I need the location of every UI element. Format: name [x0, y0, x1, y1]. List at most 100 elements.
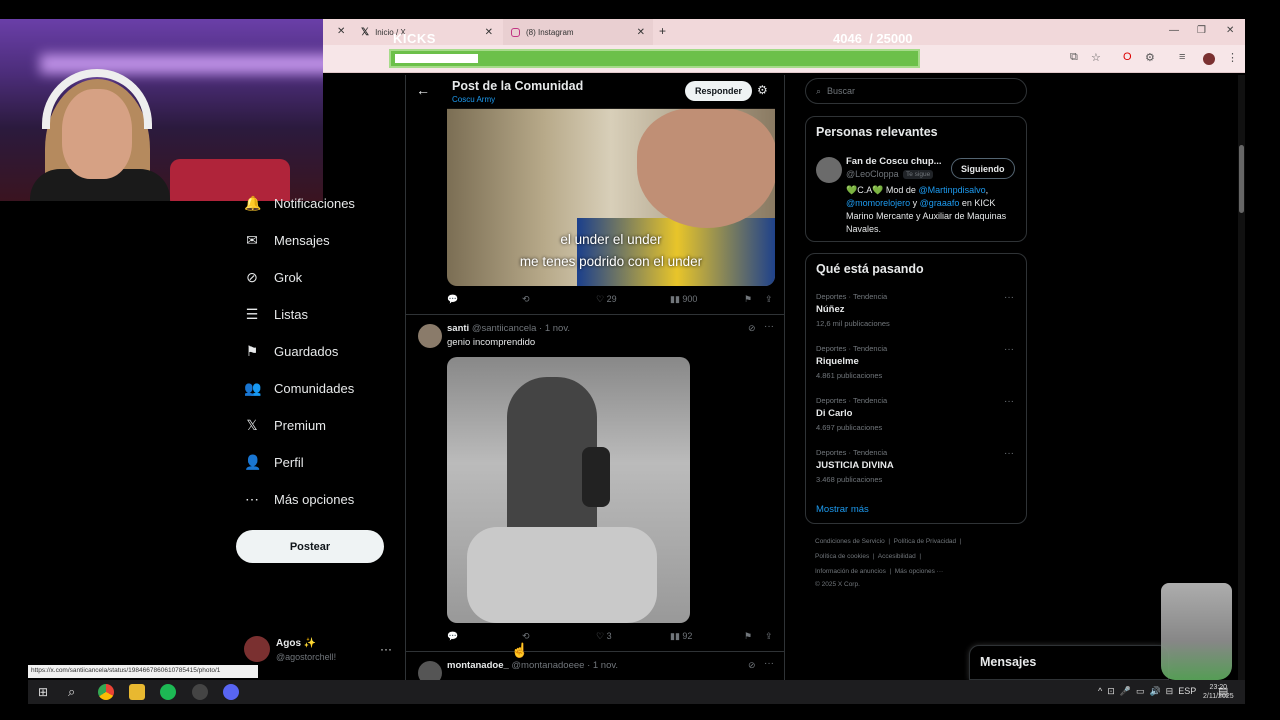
nav-grok[interactable]: ⊘ Grok [244, 266, 302, 288]
share-icon[interactable]: ⇪ [765, 631, 773, 642]
more-icon[interactable]: ··· [1004, 448, 1014, 459]
footer-link[interactable]: Más opciones ··· [895, 568, 943, 575]
more-icon[interactable]: ··· [1004, 396, 1014, 407]
restore-icon[interactable]: ❐ [1197, 25, 1206, 36]
trend-category: Deportes · Tendencia [816, 448, 888, 457]
opera-icon[interactable]: O [1123, 51, 1132, 63]
copyright: © 2025 X Corp. [815, 581, 860, 588]
footer-link[interactable]: Política de cookies [815, 553, 869, 560]
views-button[interactable]: ▮▮ 92 [670, 631, 692, 642]
star-icon[interactable]: ☆ [1091, 51, 1101, 64]
trend-item[interactable]: Deportes · Tendencia JUSTICIA DIVINA 3.4… [816, 448, 1016, 500]
nav-notificaciones[interactable]: 🔔 Notificaciones [244, 192, 355, 214]
nav-comunidades[interactable]: 👥 Comunidades [244, 377, 354, 399]
trend-item[interactable]: Deportes · Tendencia Núñez 12,6 mil publ… [816, 292, 1016, 344]
obs-icon[interactable] [192, 684, 208, 700]
bookmark-icon[interactable]: ⚑ [744, 631, 752, 642]
more-icon[interactable]: ··· [764, 658, 774, 669]
divider [406, 314, 784, 315]
profile-avatar[interactable] [1203, 53, 1215, 65]
grok-icon[interactable]: ⊘ [748, 323, 756, 334]
nav-perfil[interactable]: 👤 Perfil [244, 451, 304, 473]
following-button[interactable]: Siguiendo [951, 158, 1015, 179]
notifications-icon[interactable]: ▤ [1218, 685, 1228, 698]
language-indicator[interactable]: ESP [1178, 686, 1196, 696]
video-subtitle: me tenes podrido con el under [519, 254, 703, 269]
close-tab-icon[interactable]: ✕ [485, 27, 493, 38]
reply-button[interactable]: Responder [685, 81, 753, 101]
app-icon[interactable] [223, 684, 239, 700]
post-time: · 1 nov. [539, 323, 571, 334]
nav-premium[interactable]: 𝕏 Premium [244, 414, 326, 436]
post-button[interactable]: Postear [236, 530, 384, 563]
search-icon[interactable]: ⌕ [68, 684, 75, 700]
like-count: 3 [606, 631, 612, 641]
avatar[interactable] [418, 324, 442, 348]
minimize-icon[interactable]: — [1169, 25, 1179, 36]
more-icon[interactable]: ··· [1004, 292, 1014, 303]
close-tab-icon[interactable]: ✕ [637, 27, 645, 38]
retweet-icon[interactable]: ⟲ [522, 294, 530, 305]
person-icon: 👤 [244, 453, 262, 470]
bookmark-icon[interactable]: ⚑ [744, 294, 752, 305]
folder-icon[interactable] [129, 684, 145, 700]
avatar[interactable] [418, 661, 442, 680]
like-button[interactable]: ♡ 3 [596, 631, 612, 642]
extensions-icon[interactable]: ⚙ [1145, 51, 1155, 64]
like-button[interactable]: ♡ 29 [596, 294, 617, 305]
account-switcher[interactable]: Agos ✨ @agostorchell! ··· [244, 636, 394, 666]
person-name[interactable]: Fan de Coscu chup... [846, 156, 942, 167]
more-icon[interactable]: ··· [380, 642, 392, 656]
taskbar: ⊞ ⌕ ^ ⊡ 🎤 ▭ 🔊 ⊟ ESP 23:20 2/11/2025 ▤ [28, 680, 1245, 704]
bio-link[interactable]: @Martinpdisalvo [918, 185, 985, 195]
nav-label: Premium [274, 417, 327, 433]
system-tray[interactable]: ^ ⊡ 🎤 ▭ 🔊 ⊟ ESP [1098, 686, 1196, 697]
menu-icon[interactable]: ⋮ [1227, 51, 1238, 64]
post-author[interactable]: santi @santiicancela · 1 nov. [447, 323, 570, 334]
footer-link[interactable]: Política de Privacidad [894, 538, 957, 545]
nav-guardados[interactable]: ⚑ Guardados [244, 340, 339, 362]
playlist-icon[interactable]: ≡ [1179, 51, 1185, 63]
more-icon[interactable]: ··· [764, 321, 774, 332]
footer-link[interactable]: Condiciones de Servicio [815, 538, 885, 545]
trend-item[interactable]: Deportes · Tendencia Di Carlo 4.697 publ… [816, 396, 1016, 448]
close-tab-icon[interactable]: ✕ [337, 26, 345, 37]
footer-link[interactable]: Accesibilidad [878, 553, 916, 560]
spotify-icon[interactable] [160, 684, 176, 700]
post-author[interactable]: montanadoe_ @montanadoeee · 1 nov. [447, 660, 618, 671]
bio-link[interactable]: @graaafo [920, 198, 960, 208]
footer-link[interactable]: Información de anuncios [815, 568, 886, 575]
reply-icon[interactable]: 💬 [447, 631, 458, 642]
messages-drawer[interactable]: Mensajes [969, 645, 1169, 680]
trend-item[interactable]: Deportes · Tendencia Riquelme 4.861 publ… [816, 344, 1016, 396]
scrollbar-thumb[interactable] [1239, 145, 1244, 213]
avatar[interactable] [816, 157, 842, 183]
nav-listas[interactable]: ☰ Listas [244, 303, 308, 325]
bio-text: , [985, 185, 989, 195]
browser-tab-bar: ✕ 𝕏 Inicio / X ✕ (8) Instagram ✕ + — ❐ ✕ [323, 19, 1245, 45]
share-icon[interactable]: ⇪ [765, 294, 773, 305]
settings-sliders-icon[interactable]: ⚙ [757, 83, 768, 97]
install-icon[interactable]: ⧉ [1070, 51, 1078, 64]
retweet-icon[interactable]: ⟲ [522, 631, 530, 642]
chrome-icon[interactable] [98, 684, 114, 700]
views-button[interactable]: ▮▮ 900 [670, 294, 697, 305]
search-input[interactable]: ⌕ Buscar [805, 78, 1027, 104]
new-tab-button[interactable]: + [659, 24, 666, 38]
grok-icon[interactable]: ⊘ [748, 660, 756, 671]
nav-mensajes[interactable]: ✉ Mensajes [244, 229, 330, 251]
show-more-link[interactable]: Mostrar más [816, 504, 869, 515]
post-image[interactable] [447, 357, 690, 623]
reply-icon[interactable]: 💬 [447, 294, 458, 305]
back-arrow-icon[interactable]: ← [416, 82, 430, 98]
post-video[interactable]: el under el under me tenes podrido con e… [447, 108, 775, 286]
close-window-icon[interactable]: ✕ [1226, 25, 1234, 36]
bio-link[interactable]: @momorelojero [846, 198, 910, 208]
nav-mas-opciones[interactable]: ⋯ Más opciones [244, 488, 354, 510]
trend-category: Deportes · Tendencia [816, 396, 888, 405]
community-link[interactable]: Coscu Army [452, 95, 495, 104]
more-icon[interactable]: ··· [1004, 344, 1014, 355]
windows-start-icon[interactable]: ⊞ [38, 685, 48, 699]
list-icon: ☰ [245, 305, 259, 322]
tab-instagram[interactable]: (8) Instagram ✕ [503, 19, 653, 45]
